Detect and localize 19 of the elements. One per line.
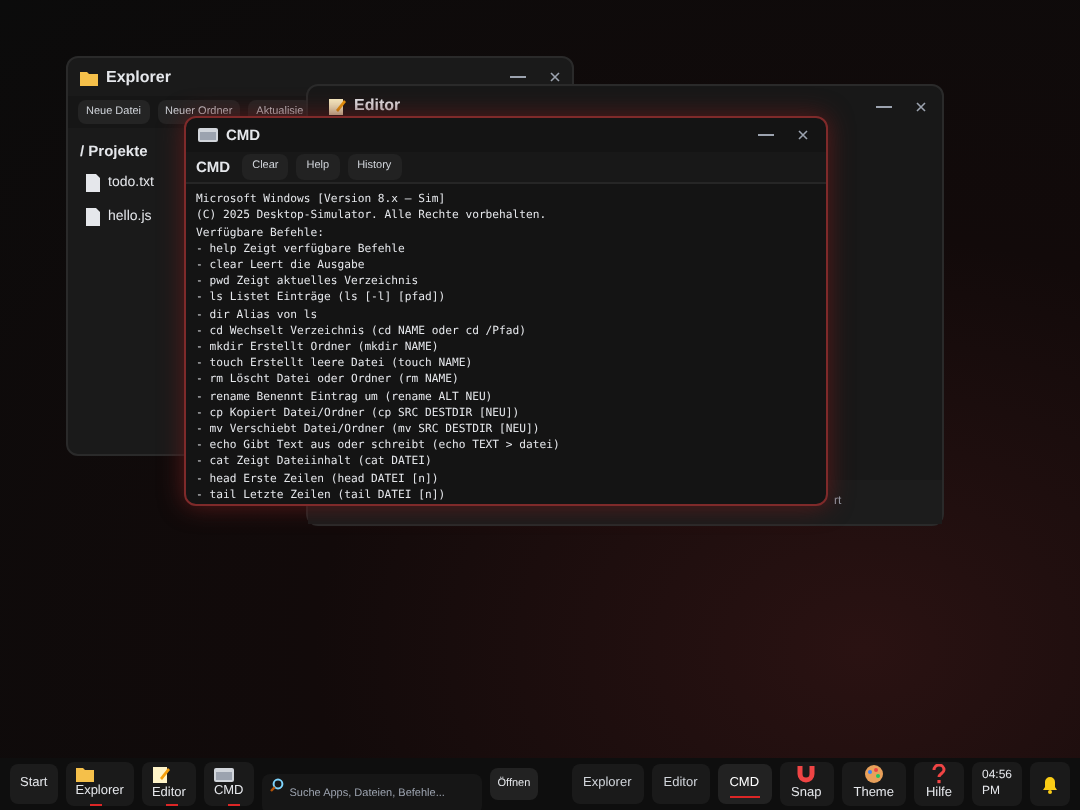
notification-button[interactable]	[1030, 762, 1070, 806]
close-icon[interactable]	[798, 129, 808, 140]
bell-icon	[1042, 775, 1058, 793]
window-title: Explorer	[106, 65, 171, 89]
palette-icon	[863, 764, 884, 785]
close-icon[interactable]	[550, 72, 560, 82]
minimize-icon[interactable]	[758, 133, 774, 136]
terminal-icon	[198, 127, 218, 142]
folder-icon	[80, 69, 98, 85]
minimize-icon[interactable]	[876, 105, 892, 107]
window-title: Editor	[354, 94, 401, 118]
question-mark-icon	[931, 764, 946, 785]
notepad-icon	[151, 765, 170, 784]
close-icon[interactable]	[916, 101, 926, 111]
magnet-icon	[796, 764, 817, 785]
notepad-icon	[328, 97, 346, 115]
search-icon	[269, 777, 284, 791]
terminal-icon	[213, 767, 234, 782]
folder-icon	[75, 766, 94, 783]
